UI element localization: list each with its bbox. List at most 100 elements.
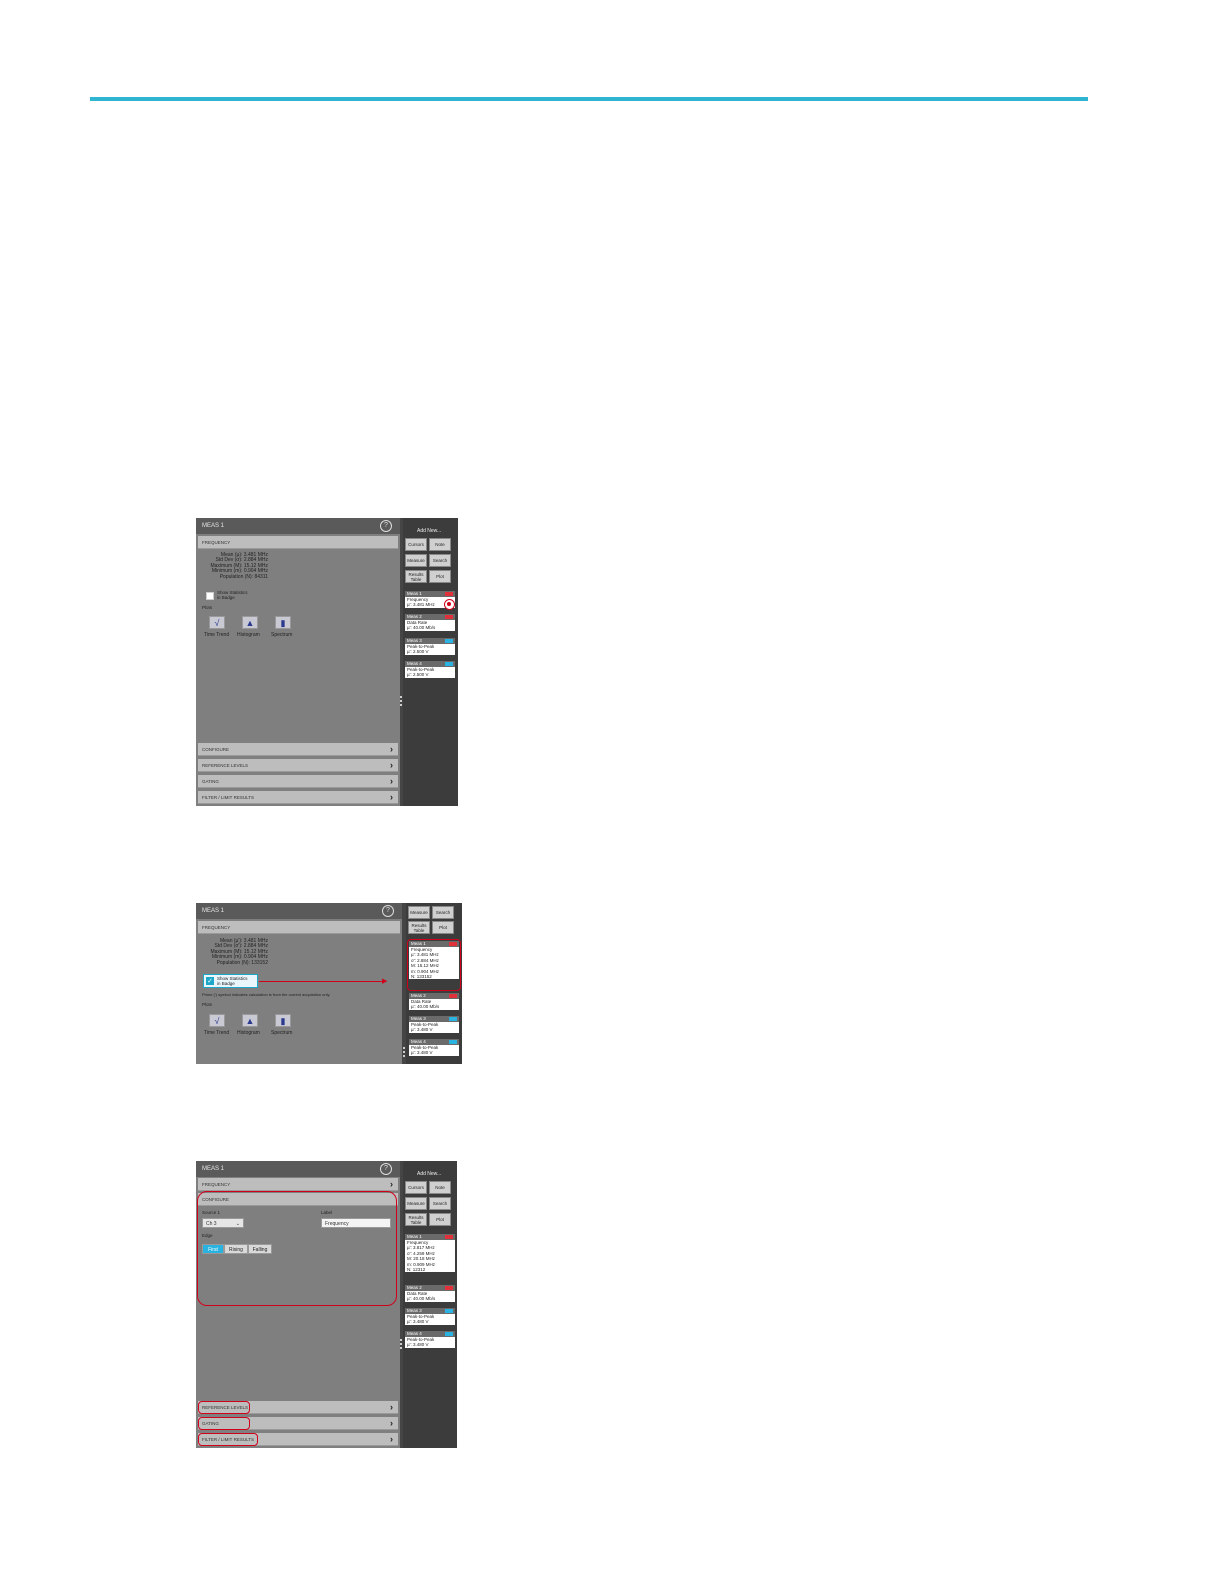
results-table-button[interactable]: Results Table [405,1213,427,1226]
note-button[interactable]: Note [429,1181,451,1194]
channel-indicator [445,1286,453,1290]
plot-button[interactable]: Plot [429,1213,451,1226]
spectrum-label: Spectrum [271,632,293,638]
badge-title: Meas 1 [407,1234,422,1239]
arrow-head-icon: ▶ [382,978,388,985]
meas4-badge[interactable]: Meas 4 Peak-to-Peak µ': 3.480 V [405,1331,455,1348]
badge-header: Meas 2 [409,993,459,999]
measure-button[interactable]: Measure [405,1197,427,1210]
badge-line: µ': 2.500 V [407,649,429,655]
measure-button[interactable]: Measure [405,554,427,567]
meas-config-panel: MEAS 1 ? FREQUENCY Mean (µ): 3.481 MHz S… [196,518,400,806]
section-gating-label: GATING [202,779,219,784]
plot-button[interactable]: Plot [432,921,454,934]
section-frequency[interactable]: FREQUENCY [198,921,400,934]
section-frequency[interactable]: FREQUENCY [198,536,398,549]
show-statistics-checkbox[interactable]: ✓ [206,977,214,985]
chevron-right-icon: › [390,1402,393,1412]
badge-line: µ': 3.480 V [411,1050,433,1056]
search-button[interactable]: Search [429,554,451,567]
badge-line: N: 12312 [407,1267,426,1273]
meas2-badge[interactable]: Meas 2 Data Rate µ': 40.00 Mb/s [405,614,455,631]
help-icon[interactable]: ? [380,1163,392,1175]
badge-header: Meas 4 [409,1039,459,1045]
badge-title: Meas 3 [411,1016,426,1021]
badge-header: Meas 1 [405,1234,455,1240]
meas4-badge[interactable]: Meas 4 Peak-to-Peak µ': 2.500 V [405,661,455,678]
results-bar: Add New... Cursors Note Measure Search R… [403,1161,457,1448]
meas3-badge[interactable]: Meas 3 Peak-to-Peak µ': 2.500 V [405,638,455,655]
chevron-right-icon: › [390,792,393,802]
section-configure-label: CONFIGURE [202,747,229,752]
statistics-readout: Mean (µ'): 3.481 MHz Std Dev (σ'): 2.884… [200,938,268,966]
gating-highlight [198,1417,250,1430]
time-trend-icon[interactable]: √ [209,1014,225,1027]
badge-line: µ': 40.00 Mb/s [407,625,436,631]
checkbox-label-line2: in Badge [217,595,235,600]
meas2-badge[interactable]: Meas 2 Data Rate µ': 40.00 Mb/s [405,1285,455,1302]
section-filter-limit-label: FILTER / LIMIT RESULTS [202,795,255,800]
meas4-badge[interactable]: Meas 4 Peak-to-Peak µ': 3.480 V [409,1039,459,1056]
show-statistics-checkbox[interactable] [206,592,214,600]
checkbox-label-line2: in Badge [217,981,235,986]
search-button[interactable]: Search [429,1197,451,1210]
badge-line: µ': 3.480 V [407,1319,429,1325]
spectrum-icon[interactable]: ▮ [275,616,291,629]
measure-button[interactable]: Measure [408,906,430,919]
section-configure[interactable]: CONFIGURE › [198,743,398,756]
meas2-badge[interactable]: Meas 2 Data Rate µ': 40.00 Mb/s [409,993,459,1010]
time-trend-label: Time Trend [204,632,230,638]
add-new-label: Add New... [417,528,442,534]
channel-indicator [445,662,453,666]
histogram-label: Histogram [237,1030,260,1036]
section-reference-levels-label: REFERENCE LEVELS [202,763,249,768]
show-statistics-label: Show Statistics in Badge [217,976,248,986]
spectrum-label: Spectrum [271,1030,293,1036]
meas1-highlight-box [407,939,461,991]
meas1-badge[interactable]: Meas 1 Frequency µ': 3.817 MHz σ': 4.259… [405,1234,455,1273]
plot-button[interactable]: Plot [429,570,451,583]
badge-title: Meas 2 [407,614,422,619]
stat-population: Population (N): 133152 [216,959,268,966]
badge-line: µ': 3.480 V [411,1027,433,1033]
section-frequency[interactable]: FREQUENCY › [198,1178,398,1191]
section-gating[interactable]: GATING › [198,775,398,788]
histogram-label: Histogram [237,632,260,638]
badge-line: µ': 40.00 Mb/s [411,1004,440,1010]
results-table-button[interactable]: Results Table [408,921,430,934]
channel-indicator [445,1309,453,1313]
cursors-button[interactable]: Cursors [405,538,427,551]
screenshot-show-statistics: MEAS 1 ? FREQUENCY Mean (µ'): 3.481 MHz … [196,903,462,1064]
time-trend-icon[interactable]: √ [209,616,225,629]
spectrum-icon[interactable]: ▮ [275,1014,291,1027]
meas3-badge[interactable]: Meas 3 Peak-to-Peak µ': 3.480 V [405,1308,455,1325]
badge-header: Meas 4 [405,661,455,667]
panel-title: MEAS 1 [196,903,402,919]
help-icon[interactable]: ? [382,905,394,917]
section-reference-levels[interactable]: REFERENCE LEVELS › [198,759,398,772]
search-button[interactable]: Search [432,906,454,919]
histogram-icon[interactable]: ▲ [242,616,258,629]
note-button[interactable]: Note [429,538,451,551]
screenshot-configure: MEAS 1 ? FREQUENCY › CONFIGURE Source 1 C… [196,1161,457,1448]
cursors-button[interactable]: Cursors [405,1181,427,1194]
meas-config-panel: MEAS 1 ? FREQUENCY › CONFIGURE Source 1 C… [196,1161,400,1448]
chevron-right-icon: › [390,1418,393,1428]
chevron-right-icon: › [390,1434,393,1444]
time-trend-label: Time Trend [204,1030,230,1036]
help-icon[interactable]: ? [380,520,392,532]
channel-indicator [445,639,453,643]
meas3-badge[interactable]: Meas 3 Peak-to-Peak µ': 3.480 V [409,1016,459,1033]
histogram-icon[interactable]: ▲ [242,1014,258,1027]
badge-header: Meas 2 [405,1285,455,1291]
section-frequency-label: FREQUENCY [202,1182,231,1187]
section-filter-limit-results[interactable]: FILTER / LIMIT RESULTS › [198,791,398,804]
badge-line: µ': 3.480 V [407,1342,429,1348]
badge-title: Meas 4 [407,1331,422,1336]
results-table-button[interactable]: Results Table [405,570,427,583]
channel-indicator [449,1017,457,1021]
chevron-right-icon: › [390,760,393,770]
results-bar: Add New... Cursors Note Measure Search R… [403,518,458,806]
header-rule [90,97,1088,101]
chevron-right-icon: › [390,1179,393,1189]
